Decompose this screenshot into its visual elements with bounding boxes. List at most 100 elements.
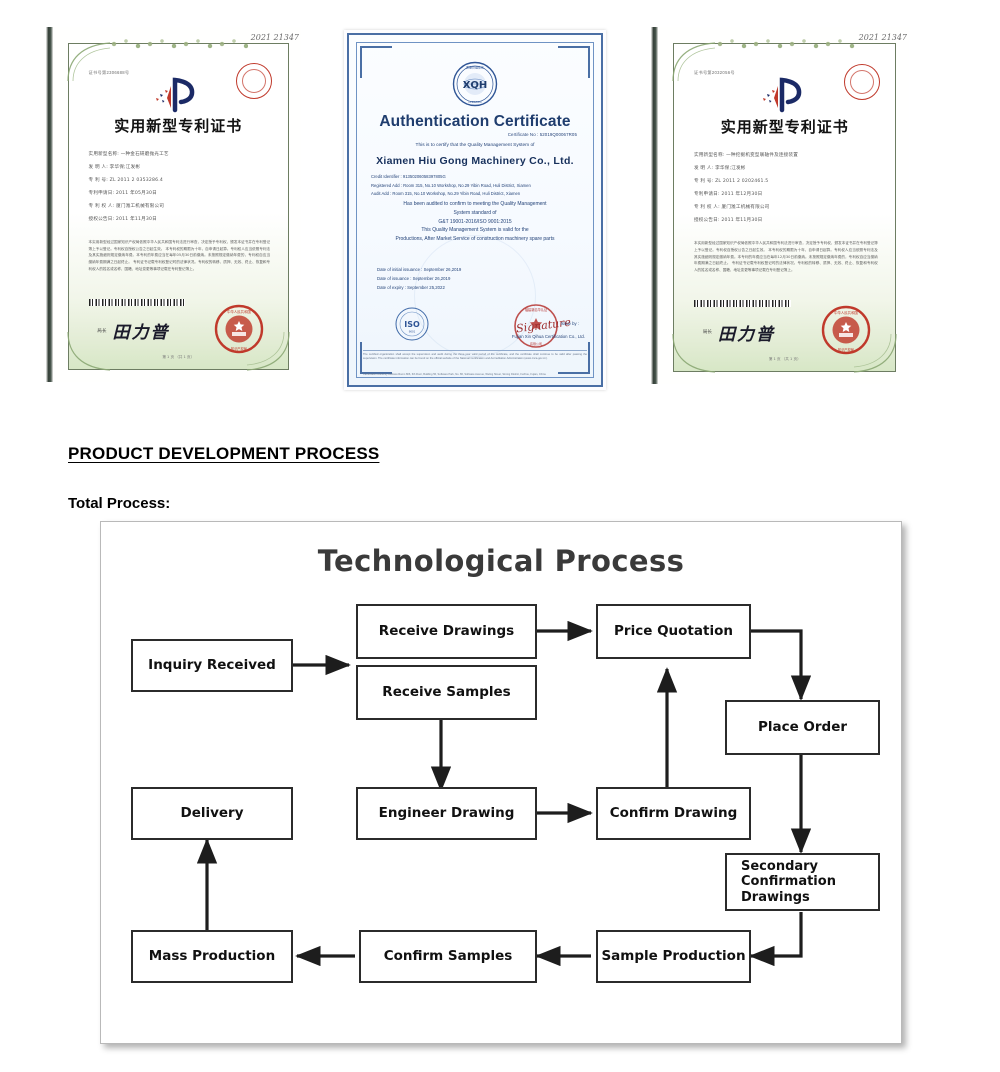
svg-text:福建新启华认证: 福建新启华认证 bbox=[525, 307, 548, 312]
ornament-top bbox=[108, 36, 249, 51]
registered-address: Registered Add : Room 315, No.10 Worksho… bbox=[371, 182, 531, 188]
flow-node-confirm-samples[interactable]: Confirm Samples bbox=[359, 930, 537, 983]
subsection-title: Total Process: bbox=[68, 495, 171, 512]
date-expiry: Date of expiry : September 25,2022 bbox=[377, 285, 445, 291]
authority-address: Certification Authority Address:Room 806… bbox=[363, 373, 546, 376]
barcode bbox=[88, 298, 185, 306]
certificate-page: 2021 21347 证书号第2032056号 实用新型专利证书 实用新型名称:… bbox=[658, 27, 909, 384]
issue-by-label: Issue by : bbox=[560, 321, 579, 326]
svg-text:中华人民共和国: 中华人民共和国 bbox=[834, 310, 858, 315]
svg-text:有限公司: 有限公司 bbox=[530, 341, 542, 346]
handwritten-note: 2021 21347 bbox=[250, 33, 299, 42]
field-patent-no: 专 利 号: ZL 2011 2 0353286.4 bbox=[88, 178, 163, 184]
svg-text:CERTIFIED: CERTIFIED bbox=[468, 100, 481, 104]
signature-row: 局长 田力普 bbox=[703, 320, 775, 345]
divider bbox=[363, 350, 587, 351]
flow-node-price-quotation[interactable]: Price Quotation bbox=[596, 604, 751, 659]
certificate-patent-1[interactable]: 2021 21347 证书号第2306688号 实用新型专利证书 实用新型名称:… bbox=[46, 27, 301, 382]
certificate-iso-authentication[interactable]: XQH 质量管理体系 CERTIFIED Authentication Cert… bbox=[344, 30, 606, 390]
iso-address-block: Credit Identifier : 91350206058397805G R… bbox=[371, 174, 583, 200]
flow-node-inquiry-received[interactable]: Inquiry Received bbox=[131, 639, 293, 692]
signature-label: 局长 bbox=[97, 328, 107, 334]
patent-office-logo-icon bbox=[752, 72, 818, 114]
iso-dates-block: Date of initial issuance : September 26,… bbox=[377, 267, 461, 295]
field-name: 实用新型名称: 一种金石研磨抛光工艺 bbox=[88, 152, 169, 158]
flow-node-confirm-drawing[interactable]: Confirm Drawing bbox=[596, 787, 751, 840]
field-apply-date: 专利申请日: 2011 年05月30日 bbox=[88, 191, 157, 197]
round-stamp-icon bbox=[843, 63, 880, 100]
issuer-name: Fujian Xin Qihua Certification Co., Ltd. bbox=[511, 334, 585, 339]
round-stamp-icon bbox=[236, 63, 273, 100]
certificate-body-text: 本实用新型经过国家知识产权局依照中华人民共和国专利法进行审查，决定授予专利权，颁… bbox=[693, 240, 878, 273]
certificate-border-frame: 证书号第2306688号 实用新型专利证书 实用新型名称: 一种金石研磨抛光工艺 bbox=[66, 36, 290, 371]
svg-text:XQH: XQH bbox=[463, 80, 488, 91]
xqh-certification-logo-icon: XQH 质量管理体系 CERTIFIED bbox=[452, 61, 498, 107]
field-grant-date: 授权公告日: 2011 年11月30日 bbox=[693, 217, 763, 223]
iso-border-outer: XQH 质量管理体系 CERTIFIED Authentication Cert… bbox=[347, 33, 603, 387]
iso-statement-block: Has been audited to confirm to meeting t… bbox=[361, 200, 589, 244]
handwritten-note: 2021 21347 bbox=[858, 33, 907, 42]
field-inventor: 发 明 人: 李华保;江发彬 bbox=[693, 165, 746, 171]
field-patentee: 专 利 权 人: 厦门潍工机械有限公司 bbox=[693, 204, 770, 210]
iso-certificate-title: Authentication Certificate bbox=[379, 113, 571, 130]
svg-text:9001: 9001 bbox=[409, 330, 416, 334]
certificate-border-frame: 证书号第2032056号 实用新型专利证书 实用新型名称: 一种挖掘机变型联轴件… bbox=[671, 37, 898, 373]
iso-certificate-number: Certificate No : 52019Q00067R05 bbox=[507, 132, 577, 137]
fine-print: The certified organization shall accept … bbox=[363, 353, 587, 361]
standard-reference: G&T 19001-2016/ISO 9001:2015 bbox=[438, 218, 512, 225]
technological-process-diagram: Technological Process Inquiry Received R… bbox=[100, 521, 902, 1044]
certificate-patent-2[interactable]: 2021 21347 证书号第2032056号 实用新型专利证书 实用新型名称:… bbox=[651, 27, 909, 384]
patent-office-logo-icon bbox=[145, 72, 211, 114]
field-patentee: 专 利 权 人: 厦门潍工机械有限公司 bbox=[88, 204, 165, 210]
certificate-fields: 实用新型名称: 一种挖掘机变型联轴件及连接装置 发 明 人: 李华保;江发彬 专… bbox=[694, 152, 878, 230]
field-inventor: 发 明 人: 李华保;江发彬 bbox=[88, 165, 141, 171]
official-red-seal-icon: 中华人民共和国 知识产权局 bbox=[821, 305, 871, 355]
certificate-title: 实用新型专利证书 bbox=[720, 117, 849, 136]
flow-node-secondary-confirmation-drawings[interactable]: Secondary Confirmation Drawings bbox=[725, 853, 880, 911]
flow-node-receive-drawings[interactable]: Receive Drawings bbox=[356, 604, 537, 659]
certificates-gallery: 2021 21347 证书号第2306688号 实用新型专利证书 实用新型名称:… bbox=[0, 0, 1000, 400]
corner-ornament-icon bbox=[66, 41, 112, 83]
certificate-fields: 实用新型名称: 一种金石研磨抛光工艺 发 明 人: 李华保;江发彬 专 利 号:… bbox=[89, 151, 271, 229]
flow-node-engineer-drawing[interactable]: Engineer Drawing bbox=[356, 787, 537, 840]
field-grant-date: 授权公告日: 2011 年11月30日 bbox=[88, 217, 157, 223]
certificate-page: 2021 21347 证书号第2306688号 实用新型专利证书 实用新型名称:… bbox=[53, 27, 301, 382]
iso-company-name: Xiamen Hiu Gong Machinery Co., Ltd. bbox=[376, 155, 574, 167]
certificate-body-text: 本实用新型经过国家知识产权局依照中华人民共和国专利法进行审查，决定授予专利权，颁… bbox=[88, 239, 271, 272]
iso-seal-icon: ISO 9001 bbox=[395, 307, 429, 341]
field-apply-date: 专利申请日: 2011 年12月30日 bbox=[693, 191, 763, 197]
signature: 田力普 bbox=[718, 324, 776, 345]
certificate-binding-edge bbox=[46, 27, 53, 382]
field-name: 实用新型名称: 一种挖掘机变型联轴件及连接装置 bbox=[693, 152, 799, 158]
svg-text:质量管理体系: 质量管理体系 bbox=[466, 65, 484, 70]
signature: 田力普 bbox=[112, 323, 170, 344]
certificate-footer: 第 1 页 （共 1 页） bbox=[162, 355, 195, 360]
flow-node-delivery[interactable]: Delivery bbox=[131, 787, 293, 840]
flow-node-place-order[interactable]: Place Order bbox=[725, 700, 880, 755]
field-patent-no: 专 利 号: ZL 2011 2 0202461.5 bbox=[693, 178, 769, 184]
corner-bracket-icon bbox=[558, 46, 590, 78]
certificate-title: 实用新型专利证书 bbox=[114, 117, 243, 136]
iso-subtitle: This is to certify that the Quality Mana… bbox=[415, 143, 535, 148]
svg-text:知识产权局: 知识产权局 bbox=[231, 346, 247, 351]
statement-line: Has been audited to confirm to meeting t… bbox=[403, 201, 547, 207]
signature-row: 局长 田力普 bbox=[97, 318, 169, 343]
certificate-footer: 第 1 页 （共 1 页） bbox=[768, 357, 801, 362]
barcode bbox=[693, 300, 792, 308]
official-red-seal-icon: 中华人民共和国 知识产权局 bbox=[214, 304, 264, 354]
flow-node-mass-production[interactable]: Mass Production bbox=[131, 930, 293, 983]
statement-line: System standard of bbox=[453, 209, 497, 216]
page-title: PRODUCT DEVELOPMENT PROCESS bbox=[68, 444, 380, 463]
flow-node-receive-samples[interactable]: Receive Samples bbox=[356, 665, 537, 720]
svg-text:中华人民共和国: 中华人民共和国 bbox=[227, 309, 251, 314]
flow-node-sample-production[interactable]: Sample Production bbox=[596, 930, 751, 983]
svg-text:ISO: ISO bbox=[404, 320, 420, 329]
scope-line: Productions, After Market Service of con… bbox=[395, 236, 555, 242]
flowchart-title: Technological Process bbox=[317, 544, 685, 578]
audit-address: Audit Add : Room 315, No.10 Workshop, No… bbox=[371, 191, 521, 197]
date-issuance: Date of issuance : September 26,2019 bbox=[377, 276, 451, 282]
credit-identifier: Credit Identifier : 91350206058397805G bbox=[371, 174, 446, 179]
signature-label: 局长 bbox=[702, 330, 713, 336]
corner-ornament-icon bbox=[671, 41, 717, 83]
certificate-number: 证书号第2306688号 bbox=[88, 69, 130, 75]
